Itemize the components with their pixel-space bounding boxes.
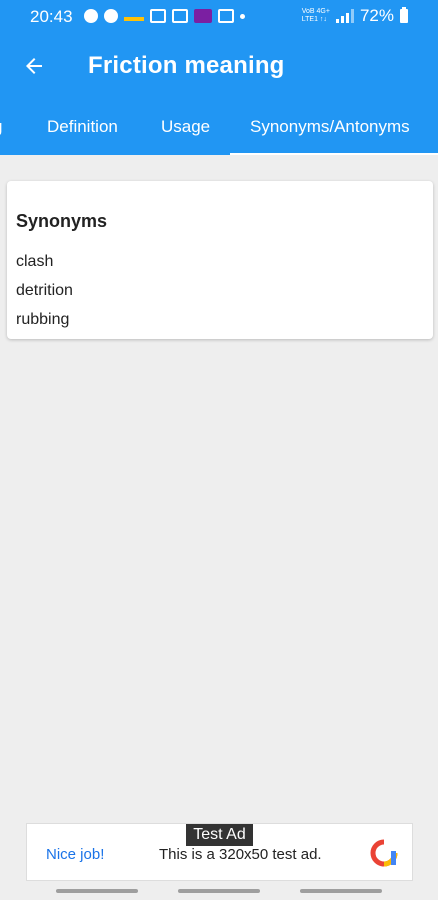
network-indicator: VoB 4G+ LTE1 ↑↓ [301,8,330,23]
list-item: rubbing [16,311,70,328]
status-time: 20:43 [30,7,73,26]
yellow-notification-icon [124,16,144,21]
facebook-icon [84,9,98,23]
nav-back-handle[interactable] [300,889,382,893]
battery-icon [400,7,408,23]
synonyms-card: Synonyms clash detrition rubbing [7,181,433,339]
app-notification-icon [194,9,212,23]
link-icon [218,9,234,23]
synonyms-heading: Synonyms [16,211,108,231]
active-tab-indicator [230,153,438,155]
tab-bar: g Definition Usage Synonyms/Antonyms [0,98,438,155]
tab-synonyms-antonyms[interactable]: Synonyms/Antonyms [250,98,410,155]
ad-logo-icon [370,839,398,867]
list-item: clash [16,253,54,270]
train-icon [150,9,166,23]
facebook-icon-2 [104,9,118,23]
arrow-left-icon [26,58,42,74]
signal-icon [335,9,354,23]
status-bar: 20:43 VoB 4G+ LTE1 ↑↓ 72% [0,0,438,34]
tab-definition[interactable]: Definition [47,98,118,155]
ad-nice-job[interactable]: Nice job! [46,846,104,863]
system-nav-bar [0,881,438,900]
list-item: detrition [16,282,73,299]
battery-percent: 72% [359,6,394,25]
status-right: VoB 4G+ LTE1 ↑↓ 72% [302,6,408,26]
synonyms-list: clash detrition rubbing [16,253,73,340]
nav-recents-handle[interactable] [56,889,138,893]
tab-meaning[interactable]: g [0,98,2,155]
back-button[interactable] [14,46,54,86]
notification-icons [84,9,245,23]
nav-home-handle[interactable] [178,889,260,893]
tab-usage[interactable]: Usage [161,98,210,155]
more-dot-icon [240,13,245,19]
page-title: Friction meaning [88,52,285,79]
ad-message[interactable]: This is a 320x50 test ad. [159,846,322,863]
app-bar: Friction meaning [0,34,438,98]
notes-icon [172,9,188,23]
test-ad-label: Test Ad [186,824,253,846]
